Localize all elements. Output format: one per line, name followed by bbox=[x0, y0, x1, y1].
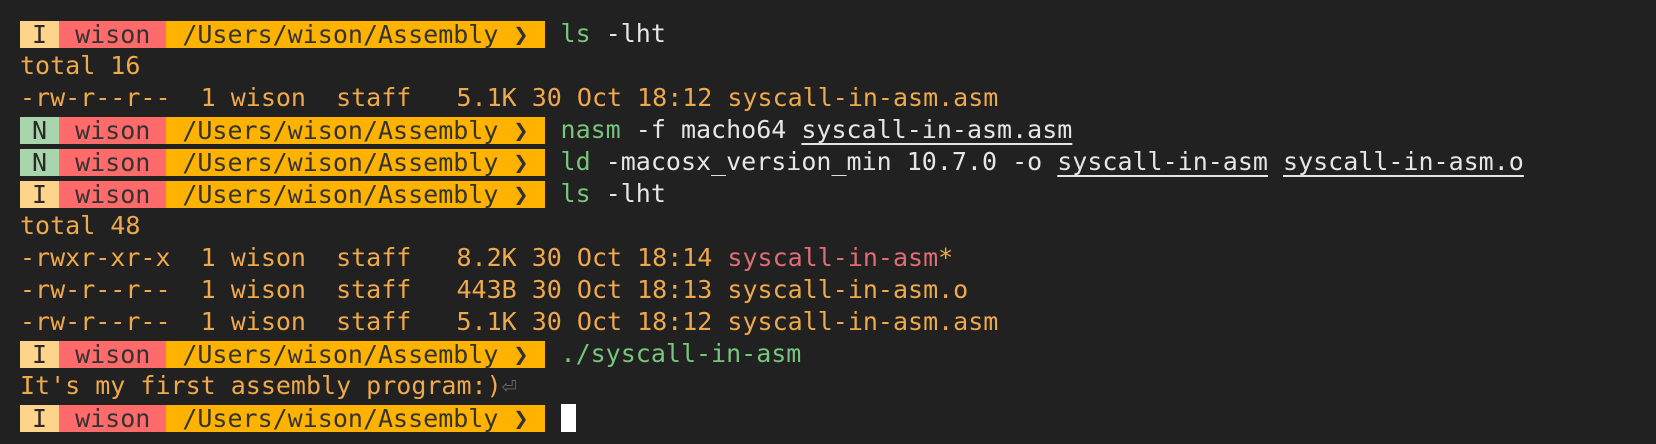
terminal-cursor[interactable] bbox=[560, 404, 576, 432]
command-args: -lht bbox=[590, 19, 666, 48]
prompt-path-text: /Users/wison/Assembly bbox=[182, 339, 499, 369]
command-name: ls bbox=[560, 19, 591, 48]
prompt-spacer bbox=[498, 180, 513, 209]
prompt-path-text: /Users/wison/Assembly bbox=[182, 147, 499, 177]
output-line: -rw-r--r-- 1 wison staff 5.1K 30 Oct 18:… bbox=[20, 82, 1524, 114]
prompt-line: Nwison/Users/wison/Assembly ❯ ld -macosx_… bbox=[20, 146, 1524, 178]
prompt-user: wison bbox=[59, 20, 167, 48]
output-line: -rw-r--r-- 1 wison staff 443B 30 Oct 18:… bbox=[20, 274, 1524, 306]
output-text: total 48 bbox=[20, 211, 141, 240]
prompt-user: wison bbox=[59, 148, 167, 176]
command-args: -f macho64 bbox=[620, 115, 802, 144]
output-text: -rw-r--r-- 1 wison staff 5.1K 30 Oct 18:… bbox=[20, 83, 999, 112]
prompt-line: Iwison/Users/wison/Assembly ❯ ./syscall-i… bbox=[20, 338, 1524, 370]
output-line: -rw-r--r-- 1 wison staff 5.1K 30 Oct 18:… bbox=[20, 306, 1524, 338]
prompt-separator-icon: ❯ bbox=[513, 115, 529, 145]
prompt-user: wison bbox=[59, 116, 167, 144]
prompt-separator-icon: ❯ bbox=[513, 147, 529, 177]
return-symbol-icon: ⏎ bbox=[501, 371, 517, 400]
vi-mode-indicator: N bbox=[20, 116, 60, 144]
output-text: total 16 bbox=[20, 51, 141, 80]
command-file-arg[interactable]: syscall-in-asm.asm bbox=[801, 114, 1072, 146]
prompt-line: Iwison/Users/wison/Assembly ❯ ls -lht bbox=[20, 18, 1524, 50]
command-name: ./syscall-in-asm bbox=[560, 339, 802, 368]
command-args: -macosx_version_min 10.7.0 -o bbox=[590, 147, 1058, 176]
prompt-spacer bbox=[498, 20, 513, 49]
prompt-path-text: /Users/wison/Assembly bbox=[182, 403, 499, 433]
prompt-line: Iwison/Users/wison/Assembly ❯ ls -lht bbox=[20, 178, 1524, 210]
prompt-separator-icon: ❯ bbox=[513, 179, 529, 209]
prompt-spacer bbox=[498, 116, 513, 145]
prompt-path: /Users/wison/Assembly ❯ bbox=[166, 179, 545, 209]
prompt-user: wison bbox=[59, 404, 167, 432]
command-name: ls bbox=[560, 179, 591, 208]
listing-info: -rwxr-xr-x 1 wison staff 8.2K 30 Oct 18:… bbox=[20, 243, 728, 272]
prompt-line: Iwison/Users/wison/Assembly ❯ bbox=[20, 402, 1524, 434]
prompt-line: Nwison/Users/wison/Assembly ❯ nasm -f mac… bbox=[20, 114, 1524, 146]
command-name: nasm bbox=[560, 115, 621, 144]
output-line: -rwxr-xr-x 1 wison staff 8.2K 30 Oct 18:… bbox=[20, 242, 1524, 274]
command-file-arg[interactable]: syscall-in-asm bbox=[1057, 146, 1268, 178]
prompt-path: /Users/wison/Assembly ❯ bbox=[166, 339, 545, 369]
prompt-path: /Users/wison/Assembly ❯ bbox=[166, 115, 545, 145]
prompt-separator-icon: ❯ bbox=[513, 339, 529, 369]
vi-mode-indicator: I bbox=[20, 404, 60, 432]
command-name: ld bbox=[560, 147, 591, 176]
command-args: -lht bbox=[590, 179, 666, 208]
prompt-path: /Users/wison/Assembly ❯ bbox=[166, 19, 545, 49]
terminal-output[interactable]: Iwison/Users/wison/Assembly ❯ ls -lht tota… bbox=[20, 18, 1524, 434]
vi-mode-indicator: I bbox=[20, 20, 60, 48]
output-text: -rw-r--r-- 1 wison staff 443B 30 Oct 18:… bbox=[20, 275, 969, 304]
prompt-path-text: /Users/wison/Assembly bbox=[182, 179, 499, 209]
prompt-separator-icon: ❯ bbox=[513, 403, 529, 433]
prompt-path: /Users/wison/Assembly ❯ bbox=[166, 147, 545, 177]
vi-mode-indicator: N bbox=[20, 148, 60, 176]
output-line: total 48 bbox=[20, 210, 1524, 242]
prompt-path: /Users/wison/Assembly ❯ bbox=[166, 403, 545, 433]
executable-marker: * bbox=[938, 243, 954, 272]
prompt-path-text: /Users/wison/Assembly bbox=[182, 115, 499, 145]
command-args-space bbox=[1268, 146, 1283, 178]
vi-mode-indicator: I bbox=[20, 180, 60, 208]
prompt-spacer bbox=[498, 148, 513, 177]
vi-mode-indicator: I bbox=[20, 340, 60, 368]
prompt-user: wison bbox=[59, 180, 167, 208]
prompt-spacer bbox=[498, 404, 513, 433]
prompt-separator-icon: ❯ bbox=[513, 19, 529, 49]
output-text: It's my first assembly program:) bbox=[20, 371, 502, 400]
executable-name: syscall-in-asm bbox=[727, 243, 939, 272]
prompt-path-text: /Users/wison/Assembly bbox=[182, 19, 499, 49]
output-text: -rw-r--r-- 1 wison staff 5.1K 30 Oct 18:… bbox=[20, 307, 999, 336]
prompt-user: wison bbox=[59, 340, 167, 368]
prompt-spacer bbox=[498, 340, 513, 369]
command-file-arg[interactable]: syscall-in-asm.o bbox=[1283, 146, 1524, 178]
output-line: It's my first assembly program:) ⏎ bbox=[20, 370, 1524, 402]
output-line: total 16 bbox=[20, 50, 1524, 82]
